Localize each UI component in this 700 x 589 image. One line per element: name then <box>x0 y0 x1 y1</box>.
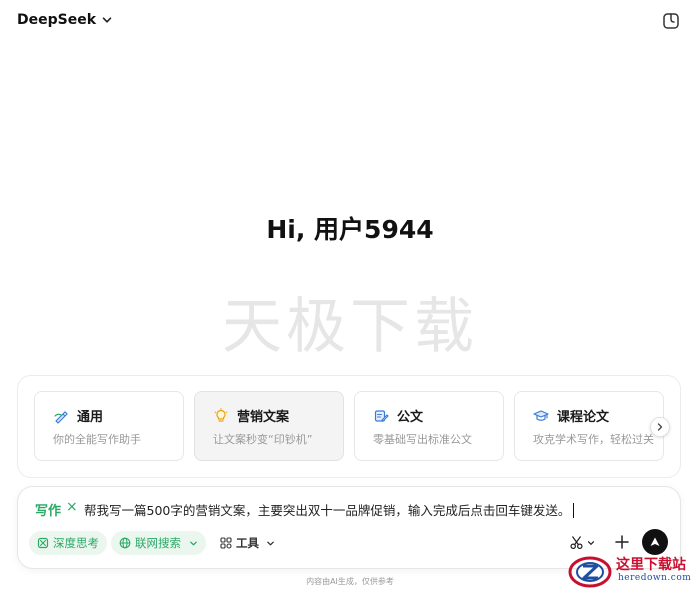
deep-think-toggle[interactable]: 深度思考 <box>29 531 107 555</box>
card-desc: 攻克学术写作，轻松过关 <box>533 433 654 446</box>
text-caret <box>573 503 575 518</box>
arrow-up-icon <box>650 537 660 546</box>
deep-think-icon <box>37 537 49 549</box>
chevron-down-icon <box>190 541 197 545</box>
card-general[interactable]: 通用 你的全能写作助手 <box>34 391 184 461</box>
deep-think-label: 深度思考 <box>53 536 99 550</box>
chevron-down-icon <box>267 541 274 545</box>
close-mode-button[interactable]: × <box>66 499 78 515</box>
chevron-right-icon <box>657 423 663 431</box>
card-title: 通用 <box>77 410 104 425</box>
add-attachment-icon[interactable] <box>614 534 630 550</box>
card-course-paper[interactable]: 课程论文 攻克学术写作，轻松过关 <box>514 391 664 461</box>
new-chat-icon[interactable] <box>661 11 681 31</box>
card-title: 课程论文 <box>557 410 610 425</box>
scissors-icon <box>570 536 583 550</box>
document-pen-icon <box>374 409 389 422</box>
tools-grid-icon <box>220 537 232 549</box>
logo-en-text: heredown.com <box>618 573 692 583</box>
card-marketing[interactable]: 营销文案 让文案秒变“印钞机” <box>194 391 344 461</box>
prompt-text: 帮我写一篇500字的营销文案，主要突出双十一品牌促销，输入完成后点击回车键发送。 <box>84 503 571 518</box>
greeting: Hi, 用户5944 <box>266 215 434 244</box>
writing-mode-tag: 写作 <box>35 504 62 519</box>
cards-track: 通用 你的全能写作助手 营销文案 让文案秒变“印钞机” 公文 零基础写出标准公文… <box>34 391 664 461</box>
logo-cn-text: 这里下载站 <box>616 557 686 573</box>
screenshot-button[interactable] <box>569 535 595 550</box>
card-title: 公文 <box>397 410 424 425</box>
globe-icon <box>119 537 131 549</box>
scroll-right-button[interactable] <box>650 417 670 437</box>
card-desc: 让文案秒变“印钞机” <box>213 433 313 446</box>
chevron-down-icon <box>587 540 595 545</box>
card-desc: 你的全能写作助手 <box>53 433 141 446</box>
lightbulb-icon <box>214 407 228 422</box>
site-logo: 这里下载站 heredown.com <box>568 552 700 589</box>
chevron-down-icon <box>102 17 112 23</box>
card-title: 营销文案 <box>237 410 290 425</box>
tools-menu-button[interactable]: 工具 <box>212 531 283 555</box>
web-search-toggle[interactable]: 联网搜索 <box>111 531 206 555</box>
card-official-document[interactable]: 公文 零基础写出标准公文 <box>354 391 504 461</box>
watermark-text: 天极下载 <box>222 292 478 362</box>
pen-icon <box>54 410 68 424</box>
model-selector[interactable]: DeepSeek <box>17 12 112 28</box>
tools-label: 工具 <box>236 536 259 550</box>
card-desc: 零基础写出标准公文 <box>373 433 472 446</box>
prompt-input[interactable]: 帮我写一篇500字的营销文案，主要突出双十一品牌促销，输入完成后点击回车键发送。 <box>84 500 575 519</box>
graduation-cap-icon <box>533 409 549 421</box>
writing-templates-panel: 通用 你的全能写作助手 营销文案 让文案秒变“印钞机” 公文 零基础写出标准公文… <box>17 375 681 478</box>
web-search-label: 联网搜索 <box>135 536 181 550</box>
logo-badge-icon <box>568 556 612 588</box>
app-name: DeepSeek <box>17 12 97 28</box>
